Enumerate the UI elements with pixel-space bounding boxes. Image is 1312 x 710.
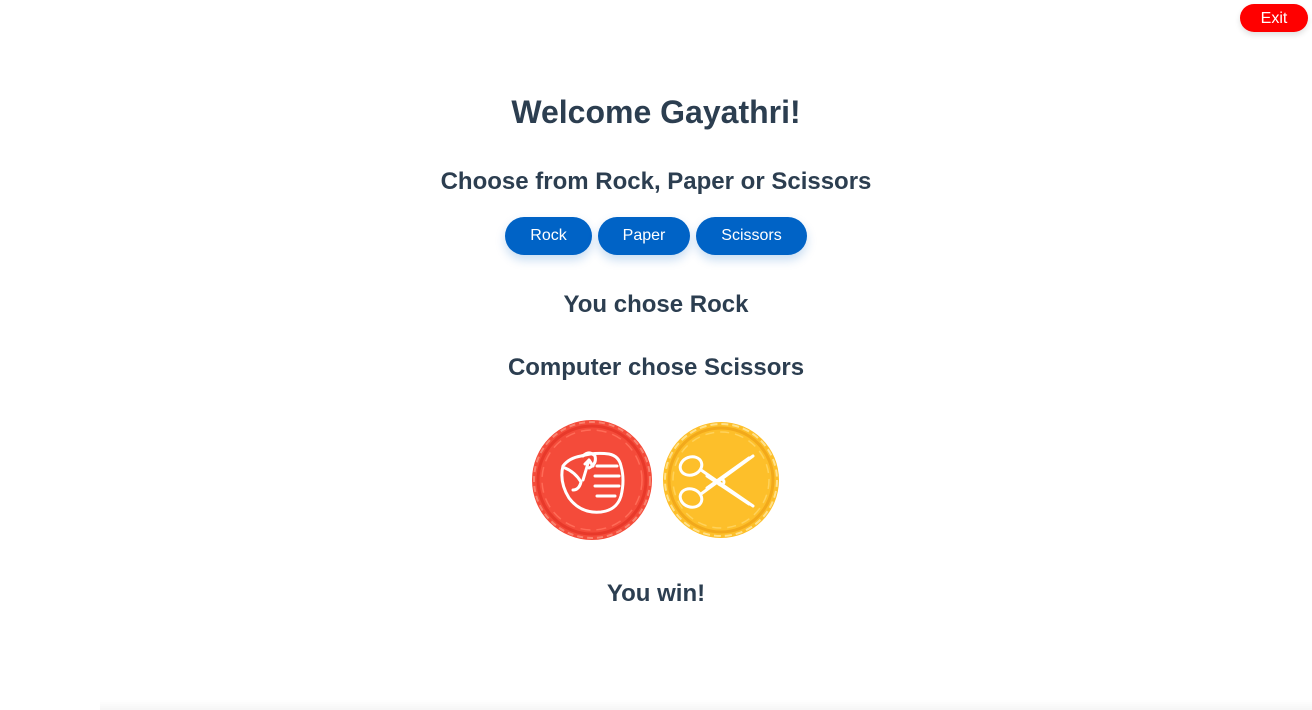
welcome-title: Welcome Gayathri! (511, 94, 801, 130)
rock-button[interactable]: Rock (505, 217, 592, 255)
exit-button[interactable]: Exit (1240, 4, 1308, 32)
scissors-icon (663, 422, 779, 538)
choice-icons (529, 416, 783, 546)
choice-button-group: Rock Paper Scissors (0, 217, 1312, 255)
footer-shadow (100, 700, 1312, 710)
choice-prompt: Choose from Rock, Paper or Scissors (440, 168, 872, 195)
game-page: Exit Welcome Gayathri! Choose from Rock,… (0, 0, 1312, 710)
rock-fist-icon (532, 420, 652, 540)
scissors-button[interactable]: Scissors (696, 217, 807, 255)
player-choice-text: You chose Rock (563, 291, 749, 318)
outcome-text: You win! (606, 580, 706, 607)
paper-button[interactable]: Paper (598, 217, 690, 255)
computer-choice-text: Computer chose Scissors (507, 354, 805, 381)
